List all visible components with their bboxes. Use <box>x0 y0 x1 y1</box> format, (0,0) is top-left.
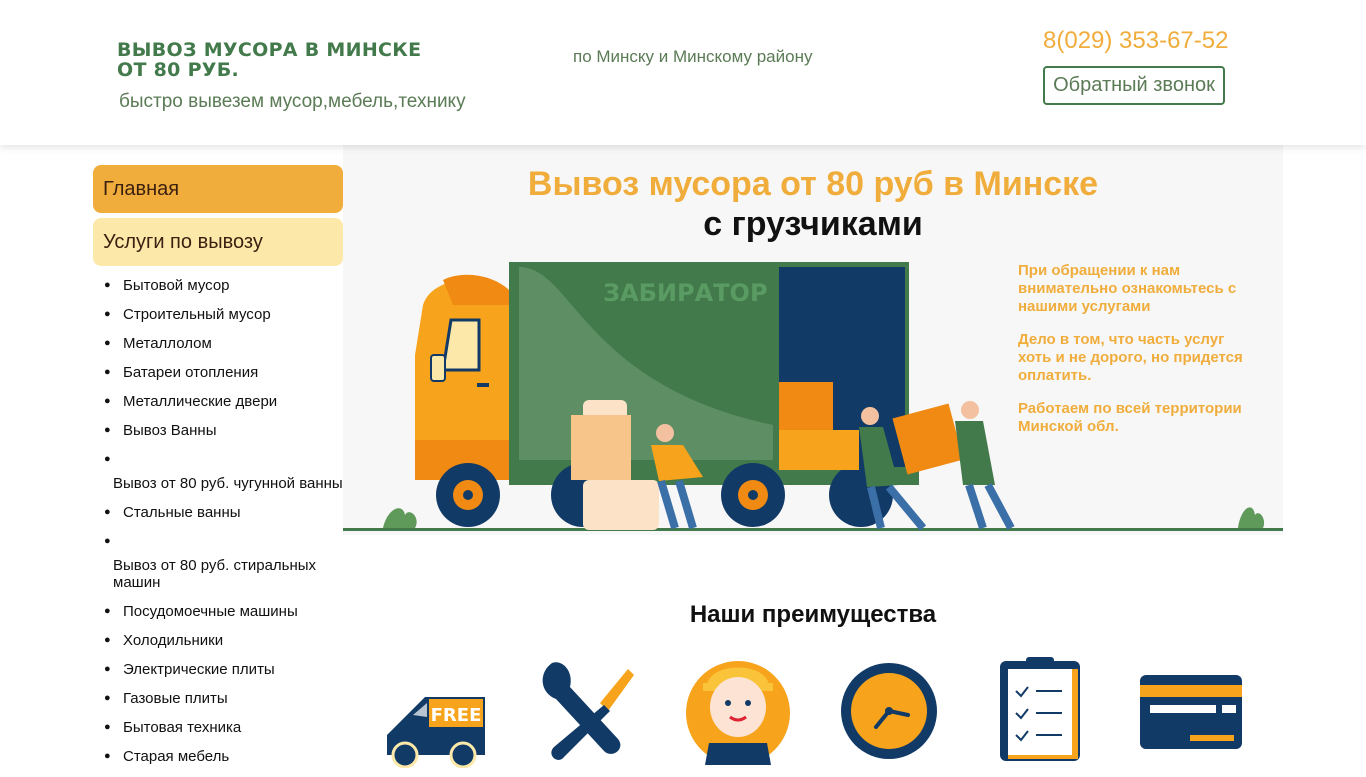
nav-services[interactable]: Услуги по вывозу <box>93 218 343 266</box>
site-tagline: быстро вывезем мусор,мебель,технику <box>119 91 466 112</box>
menu-item-electric-stoves[interactable]: Электрические плиты <box>93 661 343 678</box>
menu-item-scrap-metal[interactable]: Металлолом <box>93 335 343 352</box>
sidebar: Главная Услуги по вывозу Бытовой мусор С… <box>93 165 343 777</box>
worker-icon <box>686 661 790 765</box>
menu-item-gas-stoves[interactable]: Газовые плиты <box>93 690 343 707</box>
tools-icon <box>542 662 634 760</box>
card-icon <box>1140 675 1242 749</box>
menu-item-steel-bathtubs[interactable]: Стальные ванны <box>93 504 343 521</box>
site-header: ВЫВОЗ МУСОРА В МИНСКЕ ОТ 80 РУБ. быстро … <box>0 0 1366 145</box>
free-badge-text: FREE <box>431 705 482 726</box>
callback-button[interactable]: Обратный звонок <box>1043 66 1225 105</box>
truck-brand-text: ЗАБИРАТОР <box>603 279 768 307</box>
advantages-title: Наши преимущества <box>689 601 937 628</box>
menu-item-dishwashers[interactable]: Посудомоечные машины <box>93 603 343 620</box>
menu-item-radiators[interactable]: Батареи отопления <box>93 364 343 381</box>
hero-notes: При обращении к нам внимательно ознакомь… <box>1018 262 1246 451</box>
menu-item-appliances[interactable]: Бытовая техника <box>93 719 343 736</box>
phone-number[interactable]: 8(029) 353-67-52 <box>1043 27 1228 55</box>
hero-note-1: При обращении к нам внимательно ознакомь… <box>1018 262 1237 315</box>
logo-line-2: ОТ 80 РУБ. <box>117 59 240 81</box>
menu-item-refrigerators[interactable]: Холодильники <box>93 632 343 649</box>
hero-title: Вывоз мусора от 80 руб в Минске <box>527 165 1099 203</box>
free-truck-icon: FREE <box>387 697 485 768</box>
hero-note-2: Дело в том, что часть услуг хоть и не до… <box>1018 331 1243 384</box>
menu-item-bathtub[interactable]: Вывоз Ванны <box>93 422 343 439</box>
hero-note-3: Работаем по всей территории Минской обл. <box>1018 400 1242 435</box>
nav-home[interactable]: Главная <box>93 165 343 213</box>
clipboard-icon <box>1000 657 1080 761</box>
hero-banner: Вывоз мусора от 80 руб в Минске с грузчи… <box>343 145 1283 535</box>
clock-icon <box>841 663 937 759</box>
menu-item-construction-waste[interactable]: Строительный мусор <box>93 306 343 323</box>
menu-item-cast-iron-bathtub[interactable]: Вывоз от 80 руб. чугунной ванны <box>93 451 343 492</box>
menu-item-metal-doors[interactable]: Металлические двери <box>93 393 343 410</box>
logo-line-1: ВЫВОЗ МУСОРА В МИНСКЕ <box>117 39 422 61</box>
service-region: по Минску и Минскому району <box>573 47 813 66</box>
services-menu: Бытовой мусор Строительный мусор Металло… <box>93 277 343 765</box>
site-logo[interactable]: ВЫВОЗ МУСОРА В МИНСКЕ ОТ 80 РУБ. <box>117 40 457 80</box>
hero-subtitle: с грузчиками <box>703 205 923 243</box>
menu-item-washing-machines[interactable]: Вывоз от 80 руб. стиральных машин <box>93 533 343 591</box>
menu-item-old-furniture[interactable]: Старая мебель <box>93 748 343 765</box>
menu-item-household-waste[interactable]: Бытовой мусор <box>93 277 343 294</box>
